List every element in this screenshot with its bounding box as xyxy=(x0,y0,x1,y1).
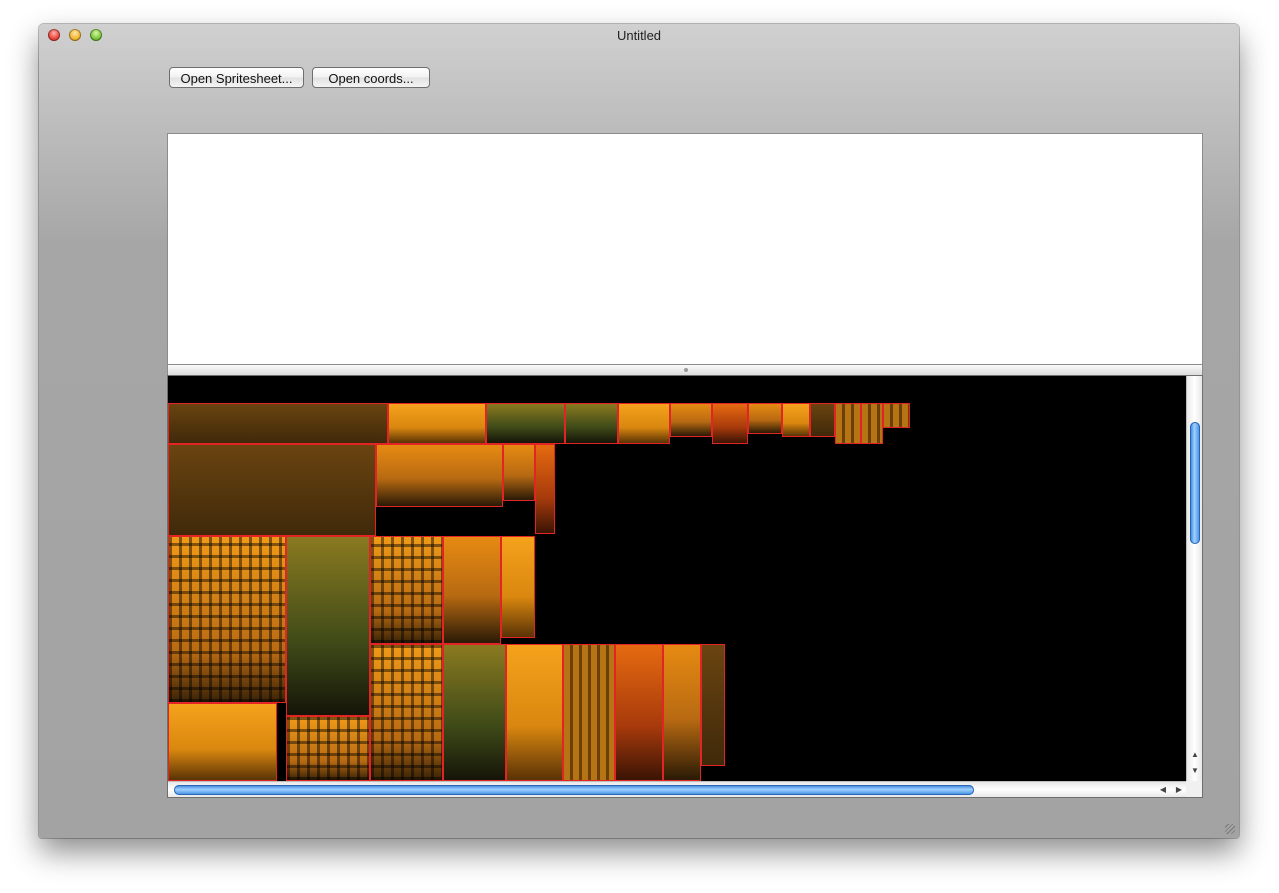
sprite-frame xyxy=(388,403,486,444)
sprite-frame xyxy=(506,644,563,781)
sprite-frame xyxy=(535,444,555,534)
scroll-corner xyxy=(1186,781,1202,797)
horizontal-scroll-thumb[interactable] xyxy=(174,785,974,795)
sprite-frame xyxy=(663,644,701,781)
sprite-frame xyxy=(443,536,501,644)
sprite-frame xyxy=(782,403,810,437)
sprite-frame xyxy=(168,444,376,536)
sprite-frame xyxy=(286,716,370,781)
open-spritesheet-button[interactable]: Open Spritesheet... xyxy=(169,67,304,88)
sprite-frame xyxy=(810,403,835,437)
spritesheet-canvas xyxy=(168,376,1186,781)
title-bar[interactable]: Untitled xyxy=(39,24,1239,47)
sprite-frame xyxy=(563,644,615,781)
chevron-left-icon[interactable]: ◀ xyxy=(1156,784,1170,796)
sprite-frame xyxy=(883,403,910,428)
sprite-frame xyxy=(370,644,443,781)
chevron-up-icon[interactable]: ▲ xyxy=(1188,749,1202,761)
sprite-frame xyxy=(168,403,388,444)
sprite-frame xyxy=(748,403,782,434)
sprite-frame xyxy=(376,444,503,507)
sprite-frame xyxy=(701,644,725,766)
sprite-frame xyxy=(861,403,883,444)
sprite-frame xyxy=(370,536,443,644)
sprite-frame xyxy=(670,403,712,437)
split-view-divider[interactable] xyxy=(167,365,1203,375)
sprite-frame xyxy=(615,644,663,781)
chevron-right-icon[interactable]: ▶ xyxy=(1172,784,1186,796)
vertical-scrollbar[interactable]: ▲ ▼ xyxy=(1186,376,1202,781)
sprite-frame xyxy=(565,403,618,444)
sprite-frame xyxy=(168,703,277,781)
sprite-frame xyxy=(618,403,670,444)
sprite-frame xyxy=(712,403,748,444)
window-title: Untitled xyxy=(616,28,662,43)
sprite-frame xyxy=(486,403,565,444)
sprite-frame xyxy=(501,536,535,638)
app-window: Untitled Open Spritesheet... Open coords… xyxy=(39,24,1239,838)
coords-text-view[interactable] xyxy=(167,133,1203,365)
sprite-frame xyxy=(286,536,370,716)
open-coords-button[interactable]: Open coords... xyxy=(312,67,430,88)
sprite-frame xyxy=(503,444,535,501)
sprite-frame xyxy=(443,644,506,781)
sprite-frame xyxy=(168,536,286,703)
chevron-down-icon[interactable]: ▼ xyxy=(1188,765,1202,777)
sprite-frame xyxy=(835,403,861,444)
divider-handle-icon xyxy=(684,368,688,372)
horizontal-scrollbar[interactable]: ◀ ▶ xyxy=(168,781,1186,797)
vertical-scroll-thumb[interactable] xyxy=(1190,422,1200,544)
spritesheet-scroll-view[interactable]: ▲ ▼ ◀ ▶ xyxy=(167,375,1203,798)
resize-grip-icon[interactable] xyxy=(1225,824,1235,834)
